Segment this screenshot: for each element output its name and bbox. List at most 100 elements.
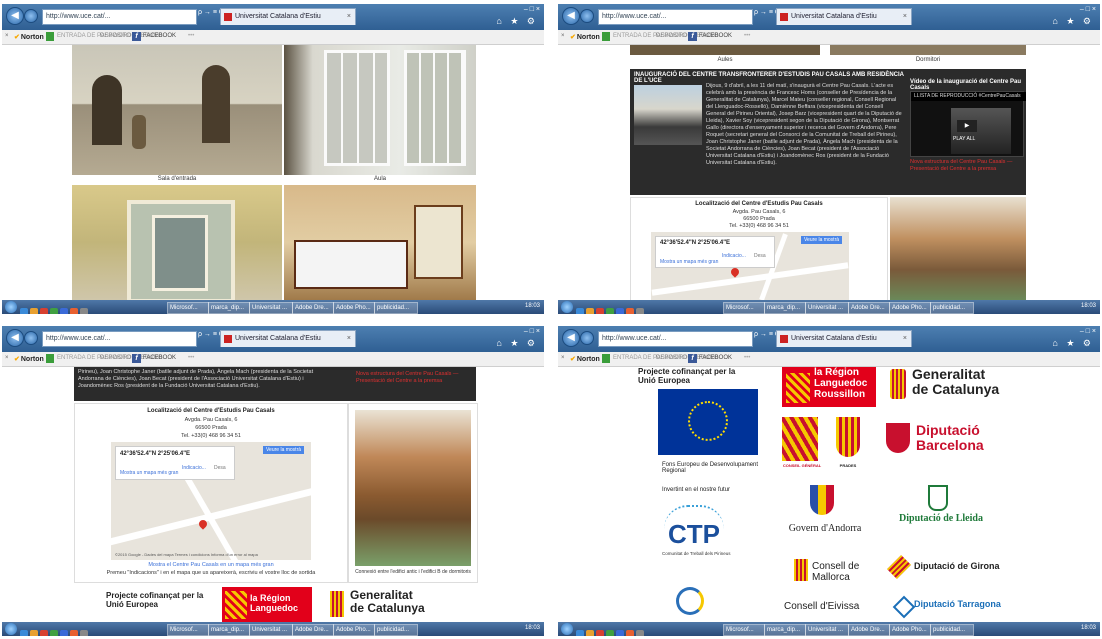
toolbar-dots[interactable]: ••• (188, 355, 194, 361)
toolbar-close-icon[interactable]: × (5, 33, 9, 39)
deposit-label[interactable]: DEPOSITO (100, 355, 131, 361)
quick-launch-icons[interactable] (20, 625, 90, 636)
task-item[interactable]: Adobe Pho... (333, 302, 375, 314)
home-favorites-settings-icons[interactable]: ⌂ ★ ⚙ (1052, 16, 1094, 27)
facebook-label[interactable]: FACEBOOK (143, 33, 176, 39)
back-icon[interactable]: ◀ (562, 329, 580, 347)
video-player[interactable]: LLISTA DE REPRODUCCIÓ #CentrePauCasals ▶… (910, 91, 1026, 157)
related-links[interactable]: Nova estructura del Centre Pau Casals — … (356, 371, 472, 385)
play-icon[interactable]: ▶ (957, 120, 977, 132)
task-item[interactable]: Universitat ... (805, 624, 849, 636)
forward-icon[interactable] (580, 331, 594, 345)
start-button-icon[interactable] (561, 301, 573, 313)
related-links[interactable]: Nova estructura del Centre Pau Casals — … (910, 159, 1022, 173)
open-map-button[interactable]: Veure la mostrà (263, 446, 305, 454)
norton-button[interactable]: Norton (14, 33, 44, 41)
window-controls[interactable]: – □ × (524, 6, 540, 13)
back-icon[interactable]: ◀ (6, 329, 24, 347)
address-bar[interactable]: http://www.uce.cat/... (598, 9, 753, 25)
task-item[interactable]: Adobe Dre... (292, 302, 334, 314)
task-item[interactable]: Microsof... (167, 624, 209, 636)
quick-launch-icons[interactable] (576, 625, 646, 636)
toolbar-dots[interactable]: ••• (744, 355, 750, 361)
tab-close-icon[interactable]: × (347, 331, 351, 347)
facebook-icon[interactable]: f (688, 354, 697, 363)
norton-button[interactable]: Norton (14, 355, 44, 363)
task-item[interactable]: marca_dip... (208, 302, 250, 314)
task-item[interactable]: publicidad... (930, 302, 974, 314)
task-item[interactable]: Adobe Pho... (889, 302, 931, 314)
task-item[interactable]: marca_dip... (764, 302, 806, 314)
task-item[interactable]: Microsof... (723, 624, 765, 636)
forward-icon[interactable] (24, 9, 38, 23)
task-item[interactable]: Adobe Dre... (848, 624, 890, 636)
facebook-icon[interactable]: f (132, 32, 141, 41)
window-controls[interactable]: – □ × (524, 328, 540, 335)
open-map-button[interactable]: Veure la mostrà (801, 236, 843, 244)
task-item[interactable]: publicidad... (374, 624, 418, 636)
toolbar-close-icon[interactable]: × (5, 355, 9, 361)
norton-button[interactable]: Norton (570, 355, 600, 363)
tab-close-icon[interactable]: × (903, 9, 907, 25)
task-item[interactable]: Adobe Dre... (292, 624, 334, 636)
window-controls[interactable]: – □ × (1080, 328, 1096, 335)
task-item[interactable]: publicidad... (374, 302, 418, 314)
forward-icon[interactable] (24, 331, 38, 345)
toolbar-close-icon[interactable]: × (561, 355, 565, 361)
task-item[interactable]: Microsof... (167, 302, 209, 314)
facebook-label[interactable]: FACEBOOK (699, 355, 732, 361)
task-item[interactable]: publicidad... (930, 624, 974, 636)
task-item[interactable]: Adobe Pho... (333, 624, 375, 636)
deposit-label[interactable]: DEPOSITO (100, 33, 131, 39)
directions-link[interactable]: Indicacio... (182, 465, 206, 471)
save-link[interactable]: Desa (214, 465, 226, 471)
address-bar[interactable]: http://www.uce.cat/... (42, 9, 197, 25)
home-favorites-settings-icons[interactable]: ⌂ ★ ⚙ (496, 16, 538, 27)
start-button-icon[interactable] (5, 623, 17, 635)
norton-button[interactable]: Norton (570, 33, 600, 41)
toolbar-dots[interactable]: ••• (188, 33, 194, 39)
embedded-map[interactable]: 42°36'52.4"N 2°25'06.4"E Mostra un mapa … (651, 232, 849, 300)
browser-tab[interactable]: Universitat Catalana d'Estiu × (776, 330, 912, 347)
address-bar[interactable]: http://www.uce.cat/... (598, 331, 753, 347)
facebook-icon[interactable]: f (132, 354, 141, 363)
window-controls[interactable]: – □ × (1080, 6, 1096, 13)
browser-tab[interactable]: Universitat Catalana d'Estiu × (776, 8, 912, 25)
address-bar[interactable]: http://www.uce.cat/... (42, 331, 197, 347)
deposit-label[interactable]: DEPOSITO (656, 355, 687, 361)
facebook-label[interactable]: FACEBOOK (699, 33, 732, 39)
map-pin-icon[interactable] (729, 266, 741, 278)
back-icon[interactable]: ◀ (562, 7, 580, 25)
quick-launch-icons[interactable] (576, 303, 646, 314)
embedded-map[interactable]: 42°36'52.4"N 2°25'06.4"E Mostra un mapa … (111, 442, 311, 560)
start-button-icon[interactable] (5, 301, 17, 313)
map-link[interactable]: Mostra el Centre Pau Casals en un mapa m… (75, 562, 347, 568)
play-all-label[interactable]: PLAY ALL (953, 136, 975, 142)
task-item[interactable]: marca_dip... (208, 624, 250, 636)
browser-tab[interactable]: Universitat Catalana d'Estiu × (220, 8, 356, 25)
home-favorites-settings-icons[interactable]: ⌂ ★ ⚙ (1052, 338, 1094, 349)
tab-close-icon[interactable]: × (903, 331, 907, 347)
task-item[interactable]: Universitat ... (249, 302, 293, 314)
tab-close-icon[interactable]: × (347, 9, 351, 25)
task-item[interactable]: Universitat ... (249, 624, 293, 636)
toolbar-dots[interactable]: ••• (744, 33, 750, 39)
task-item[interactable]: Adobe Dre... (848, 302, 890, 314)
facebook-label[interactable]: FACEBOOK (143, 355, 176, 361)
task-item[interactable]: Universitat ... (805, 302, 849, 314)
deposit-label[interactable]: DEPOSITO (656, 33, 687, 39)
start-button-icon[interactable] (561, 623, 573, 635)
directions-link[interactable]: Indicacio... (722, 253, 746, 259)
browser-tab[interactable]: Universitat Catalana d'Estiu × (220, 330, 356, 347)
home-favorites-settings-icons[interactable]: ⌂ ★ ⚙ (496, 338, 538, 349)
quick-launch-icons[interactable] (20, 303, 90, 314)
toolbar-close-icon[interactable]: × (561, 33, 565, 39)
task-item[interactable]: marca_dip... (764, 624, 806, 636)
larger-map-link[interactable]: Mostra un mapa més gran (120, 470, 178, 476)
forward-icon[interactable] (580, 9, 594, 23)
playlist-bar[interactable]: LLISTA DE REPRODUCCIÓ #CentrePauCasals (911, 92, 1026, 101)
task-item[interactable]: Microsof... (723, 302, 765, 314)
back-icon[interactable]: ◀ (6, 7, 24, 25)
facebook-icon[interactable]: f (688, 32, 697, 41)
task-item[interactable]: Adobe Pho... (889, 624, 931, 636)
